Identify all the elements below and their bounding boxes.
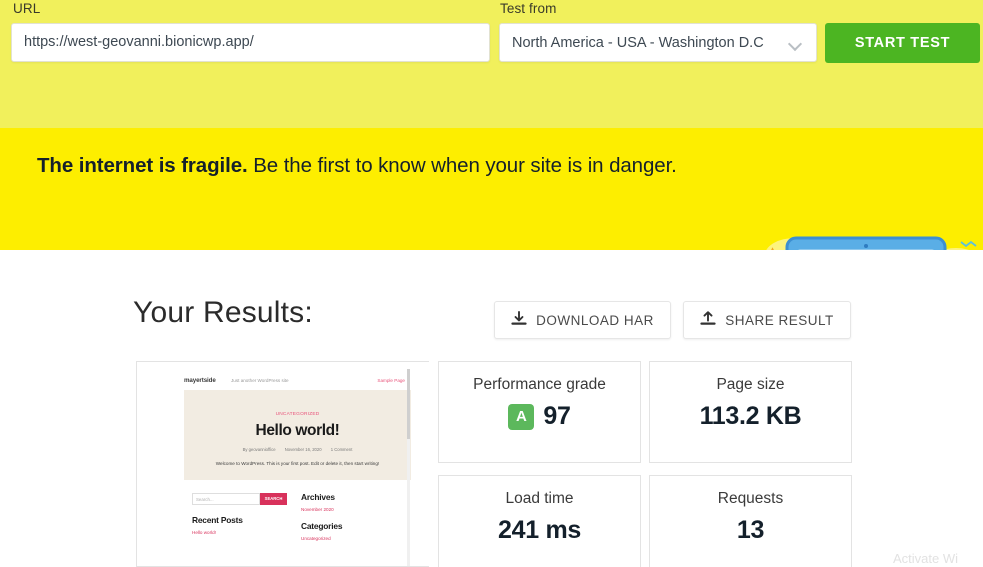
scrollbar-thumb [407,369,410,439]
metric-card-page-size: Page size 113.2 KB [649,361,852,463]
thumb-categories-link: Uncategorized [301,536,331,541]
url-input[interactable]: https://west-geovanni.bionicwp.app/ [11,23,490,62]
thumb-search-placeholder: Search... [196,497,214,502]
thumb-nav-link: Sample Page [377,378,405,383]
promo-headline-bold: The internet is fragile. [37,154,248,177]
page-title: Your Results: [133,296,313,329]
monitor-alert-icon [757,232,983,250]
metric-value: 113.2 KB [699,402,802,430]
metric-value: 13 [736,516,765,544]
thumb-post-category: UNCATEGORIZED [275,412,320,417]
location-field-label: Test from [500,1,557,16]
metric-card-requests: Requests 13 [649,475,852,567]
thumb-meta-author: By geovannioffice [242,447,276,452]
thumb-search-button: SEARCH [260,493,287,505]
thumb-post-body: Welcome to WordPress. This is your first… [215,461,380,466]
share-result-button[interactable]: SHARE RESULT [683,301,851,339]
share-result-label: SHARE RESULT [725,312,834,328]
share-upload-icon [700,310,716,330]
location-select-value: North America - USA - Washington D.C [512,34,764,51]
metric-label: Page size [716,376,785,393]
start-test-button[interactable]: START TEST [825,23,980,63]
metric-grade-row: A 97 [439,402,640,431]
promo-headline: The internet is fragile. Be the first to… [37,154,677,178]
thumb-categories-heading: Categories [301,521,343,531]
url-field-label: URL [13,1,41,16]
thumb-sidebar: Search... SEARCH Recent Posts Hello worl… [184,489,411,566]
promo-banner: The internet is fragile. Be the first to… [0,128,983,250]
metric-label: Requests [717,490,784,507]
search-toolbar: URL https://west-geovanni.bionicwp.app/ … [0,0,983,128]
thumbnail-viewport: mayertside Just another WordPress site S… [147,367,418,566]
metric-card-performance-grade: Performance grade A 97 [438,361,641,463]
download-har-label: DOWNLOAD HAR [536,312,654,328]
thumb-recent-post-link: Hello world! [192,530,216,535]
thumb-post-title: Hello world! [255,422,340,439]
metric-card-load-time: Load time 241 ms [438,475,641,567]
thumb-hero: UNCATEGORIZED Hello world! By geovanniof… [184,390,411,480]
thumb-site-tagline: Just another WordPress site [231,378,289,383]
download-icon [511,310,527,330]
thumb-search-input: Search... [192,493,260,505]
windows-activation-watermark: Activate Wi [893,551,959,566]
metric-value: 241 ms [498,516,581,544]
thumbnail-scrollbar[interactable] [407,369,410,566]
thumb-meta-date: November 16, 2020 [284,447,322,452]
thumb-meta-comments: 1 Comment [330,447,353,452]
site-thumbnail-preview[interactable]: mayertside Just another WordPress site S… [136,361,429,567]
thumb-archives-heading: Archives [301,492,335,502]
promo-headline-rest: Be the first to know when your site is i… [247,154,677,177]
metric-label: Performance grade [473,376,606,393]
chevron-down-icon [789,39,802,47]
download-har-button[interactable]: DOWNLOAD HAR [494,301,671,339]
metric-label: Load time [505,490,574,507]
metric-value: 97 [543,402,571,430]
thumb-post-meta: By geovannioffice November 16, 2020 1 Co… [184,447,411,452]
thumb-site-name: mayertside [184,377,216,384]
status-badge: A [508,403,535,430]
thumb-recent-posts-heading: Recent Posts [192,515,243,525]
thumb-archives-link: November 2020 [301,507,334,512]
location-select[interactable]: North America - USA - Washington D.C [499,23,817,62]
